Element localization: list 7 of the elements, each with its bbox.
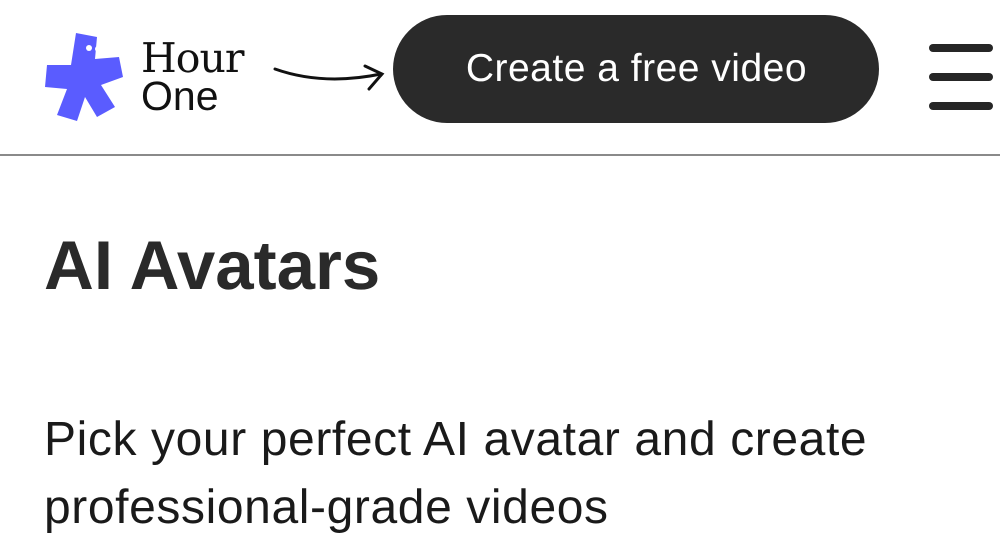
description-text: Pick your perfect AI avatar and create professional-grade videos (44, 412, 868, 536)
menu-icon[interactable] (929, 44, 993, 110)
page-title: AI Avatars (44, 226, 382, 306)
logo-text: Hour (141, 39, 244, 77)
create-video-button[interactable]: Create a free video (393, 15, 880, 123)
logo-text: One (141, 77, 220, 115)
arrow-icon (273, 62, 386, 92)
